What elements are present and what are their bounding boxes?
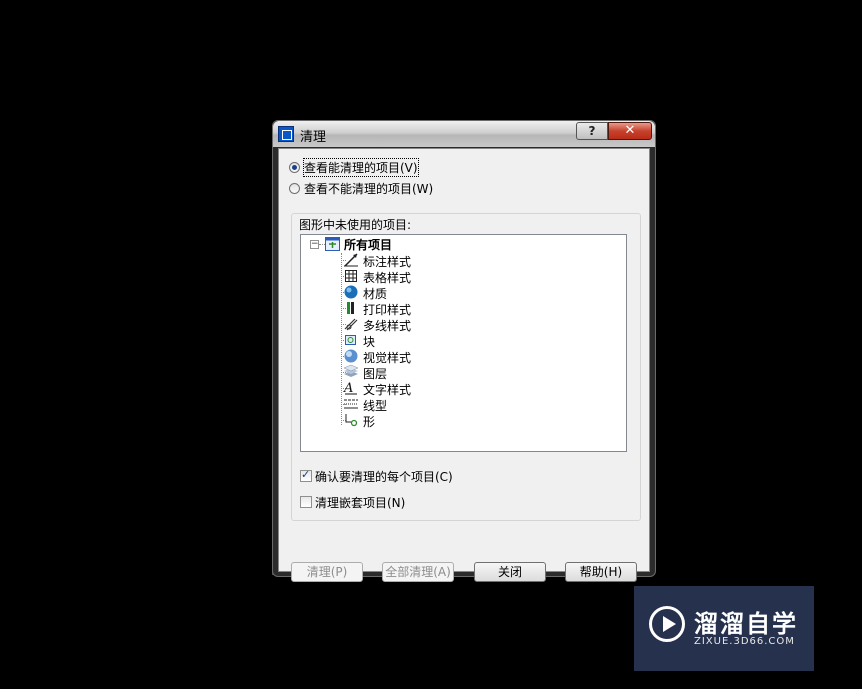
watermark: 溜溜自学 ZIXUE.3D66.COM xyxy=(634,586,814,671)
watermark-subtitle: ZIXUE.3D66.COM xyxy=(694,636,795,647)
layer-icon xyxy=(343,364,359,377)
help-title-button[interactable]: ? xyxy=(576,122,608,140)
purge-dialog: 清理 ? ✕ 查看能清理的项目(V) 查看不能清理的项目(W) 图形中未使用的项… xyxy=(272,120,656,582)
multiline-style-icon xyxy=(344,318,358,331)
linetype-icon xyxy=(344,399,358,409)
checkbox[interactable] xyxy=(300,496,312,508)
tree-connector xyxy=(341,253,342,425)
app-icon xyxy=(278,126,294,142)
shape-icon xyxy=(345,414,358,427)
plot-style-icon xyxy=(347,302,354,314)
tree-item-label: 多线样式 xyxy=(363,319,412,333)
purge-button[interactable]: 清理(P) xyxy=(291,562,363,582)
text-style-icon: A xyxy=(343,381,357,396)
tree-item-label: 块 xyxy=(363,335,376,349)
checkbox[interactable] xyxy=(300,468,312,482)
checkbox-label: 清理嵌套项目(N) xyxy=(315,495,406,510)
title-bar[interactable]: 清理 ? ✕ xyxy=(273,121,655,147)
tree-item-label: 图层 xyxy=(363,367,388,381)
radio-button[interactable] xyxy=(289,182,300,194)
radio-view-nonpurgeable[interactable]: 查看不能清理的项目(W) xyxy=(289,179,433,197)
checkbox-confirm-each[interactable]: 确认要清理的每个项目(C) xyxy=(300,467,453,485)
play-logo-icon xyxy=(649,606,685,642)
checkbox-label: 确认要清理的每个项目(C) xyxy=(315,469,453,484)
tree-item-label: 线型 xyxy=(363,399,388,413)
tree-item-label: 形 xyxy=(363,415,376,429)
checkbox-purge-nested[interactable]: 清理嵌套项目(N) xyxy=(300,493,405,511)
radio-button[interactable] xyxy=(289,161,300,173)
close-title-button[interactable]: ✕ xyxy=(608,122,652,140)
radio-label: 查看能清理的项目(V) xyxy=(303,157,419,177)
watermark-title: 溜溜自学 xyxy=(694,610,798,638)
window-title: 清理 xyxy=(300,130,327,145)
material-icon xyxy=(344,285,358,299)
collapse-icon[interactable]: − xyxy=(310,240,319,249)
tree-item-label: 材质 xyxy=(363,287,388,301)
table-style-icon xyxy=(345,270,357,282)
group-label: 图形中未使用的项目: xyxy=(299,218,412,232)
dimension-style-icon xyxy=(344,253,358,267)
purge-all-button[interactable]: 全部清理(A) xyxy=(382,562,454,582)
block-icon xyxy=(345,335,356,345)
visual-style-icon xyxy=(344,349,358,363)
close-button[interactable]: 关闭 xyxy=(474,562,546,582)
tree-item-label: 打印样式 xyxy=(363,303,412,317)
radio-view-purgeable[interactable]: 查看能清理的项目(V) xyxy=(289,157,419,177)
tree-root-label[interactable]: 所有项目 xyxy=(344,236,392,253)
tree-item-label: 视觉样式 xyxy=(363,351,412,365)
help-button[interactable]: 帮助(H) xyxy=(565,562,637,582)
radio-label: 查看不能清理的项目(W) xyxy=(304,181,434,196)
tree-item-label: 表格样式 xyxy=(363,271,412,285)
tree-item-label: 文字样式 xyxy=(363,383,412,397)
items-tree[interactable]: − 所有项目 标注样式 表格样式 材质 打印样式 多线样式 块 视觉样式 图层 … xyxy=(300,234,627,452)
all-items-icon xyxy=(325,237,340,251)
tree-item-label: 标注样式 xyxy=(363,255,412,269)
dialog-content: 查看能清理的项目(V) 查看不能清理的项目(W) 图形中未使用的项目: − 所有… xyxy=(278,148,650,582)
